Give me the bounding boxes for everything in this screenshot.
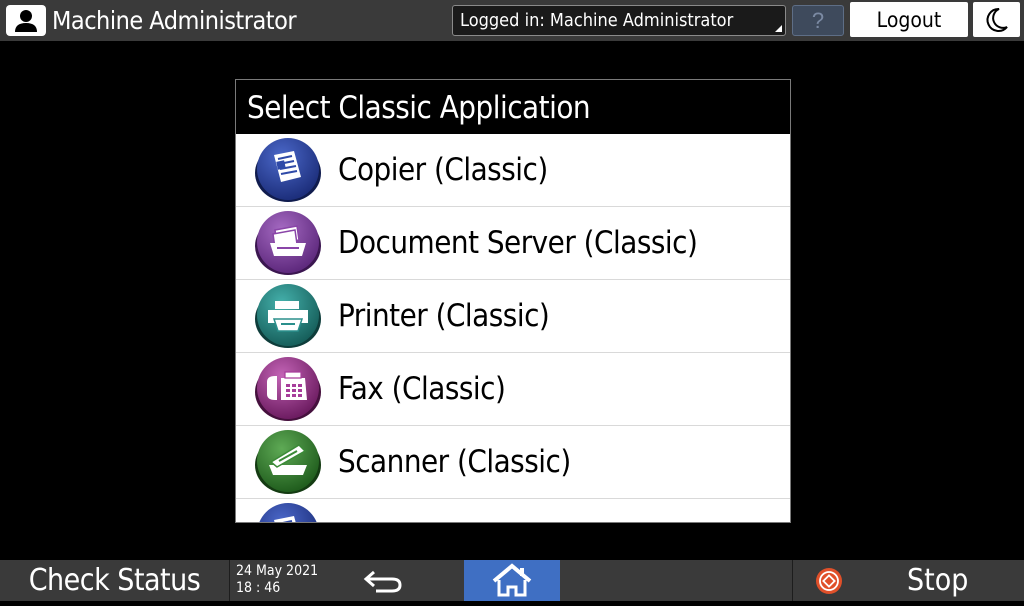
copier-icon	[255, 138, 321, 202]
home-button[interactable]	[464, 560, 560, 601]
help-button[interactable]: ?	[792, 5, 844, 36]
scanner-icon	[255, 430, 321, 494]
check-status-button[interactable]: Check Status	[0, 560, 229, 601]
app-item-partial[interactable]	[236, 499, 790, 522]
date-text: 24 May 2021	[236, 563, 319, 579]
copier-icon	[259, 503, 317, 522]
app-item-fax[interactable]: Fax (Classic)	[236, 353, 790, 426]
stop-label: Stop	[907, 563, 969, 598]
app-item-printer[interactable]: Printer (Classic)	[236, 280, 790, 353]
date-time: 24 May 2021 18 : 46	[236, 563, 318, 597]
dialog-title: Select Classic Application	[236, 80, 790, 134]
home-icon	[492, 563, 532, 597]
fax-icon	[255, 357, 321, 421]
back-arrow-icon	[363, 570, 402, 593]
app-label: Scanner (Classic)	[338, 444, 571, 480]
app-item-scanner[interactable]: Scanner (Classic)	[236, 426, 790, 499]
app-item-document-server[interactable]: Document Server (Classic)	[236, 207, 790, 280]
app-label: Document Server (Classic)	[338, 225, 698, 261]
app-label: Copier (Classic)	[338, 152, 548, 188]
login-status-dropdown[interactable]: Logged in: Machine Administrator	[452, 5, 786, 36]
divider	[229, 560, 230, 601]
application-list[interactable]: Copier (Classic) Document Server (Classi…	[236, 134, 790, 522]
app-item-copier[interactable]: Copier (Classic)	[236, 134, 790, 207]
select-classic-application-dialog: Select Classic Application Copier (Class…	[235, 79, 791, 523]
user-icon[interactable]	[6, 5, 46, 36]
energy-saver-button[interactable]	[973, 2, 1020, 37]
dropdown-corner-icon	[775, 25, 782, 32]
stop-icon	[816, 568, 842, 594]
top-bar: Machine Administrator Logged in: Machine…	[0, 0, 1024, 41]
login-status-text: Logged in: Machine Administrator	[460, 10, 734, 31]
printer-icon	[255, 284, 321, 348]
time-text: 18 : 46	[236, 580, 281, 596]
app-label: Fax (Classic)	[338, 371, 506, 407]
bottom-bar: Check Status 24 May 2021 18 : 46 Stop	[0, 560, 1024, 601]
user-title: Machine Administrator	[52, 6, 297, 35]
moon-icon	[986, 7, 1008, 32]
document-server-icon	[255, 211, 321, 275]
logout-button[interactable]: Logout	[850, 2, 968, 37]
back-button[interactable]	[352, 560, 416, 601]
stop-button[interactable]: Stop	[793, 560, 1024, 601]
app-label: Printer (Classic)	[338, 298, 550, 334]
